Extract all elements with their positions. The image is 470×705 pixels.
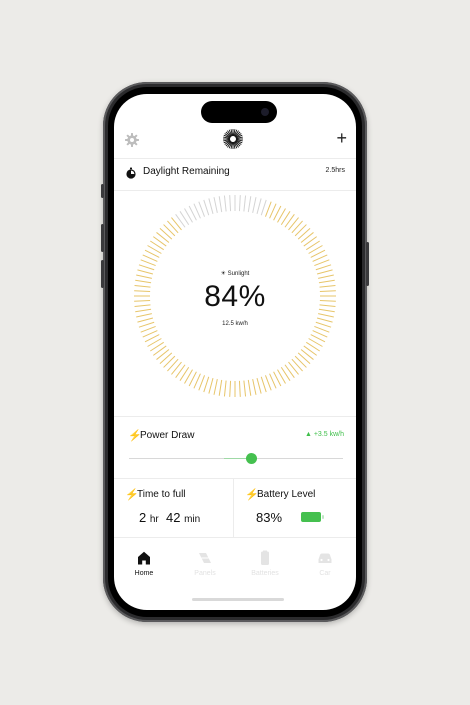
tab-label: Panels [194,570,216,577]
time-to-full-label: Time to full [137,489,186,500]
add-button[interactable]: + [336,129,347,147]
time-to-full-value: 2 hr 42 min [139,510,200,525]
timer-icon [126,167,136,179]
battery-icon [301,512,321,522]
sunlight-label: ☀ Sunlight [220,271,250,277]
dynamic-island [201,101,277,123]
power-draw-section: ⚡ Power Draw ▲ +3.5 kw/h [114,416,356,476]
volume-up-button [101,224,104,252]
tab-label: Batteries [251,570,279,577]
power-button [366,242,369,286]
tab-home[interactable]: Home [114,538,174,588]
sunlight-gauge: ☀ Sunlight 84% 12.5 kw/h [114,192,356,412]
tab-bar: Home Panels Batteries Car [114,538,356,610]
time-to-full-minutes: 42 [166,510,181,525]
time-to-full-minutes-unit: min [184,514,201,525]
home-icon [138,551,150,565]
battery-level-card: ⚡ Battery Level 83% [234,479,356,537]
daylight-remaining-row: Daylight Remaining 2.5hrs [114,164,356,186]
divider [114,158,356,159]
car-icon [318,553,332,563]
sun-logo-icon [223,129,243,149]
battery-tip [322,515,324,519]
volume-down-button [101,260,104,288]
home-indicator [192,598,284,601]
power-draw-slider-thumb[interactable] [246,453,257,464]
tab-car[interactable]: Car [295,538,355,588]
stats-row: ⚡ Time to full 2 hr 42 min ⚡ Battery Lev… [114,479,356,537]
power-draw-delta: ▲ +3.5 kw/h [304,431,344,438]
app-screen: + Daylight Remaining 2.5hrs ☀ Sunlight 8… [114,94,356,610]
daylight-label: Daylight Remaining [143,166,230,177]
battery-level-label: Battery Level [257,489,316,500]
tab-label: Home [134,570,154,577]
battery-level-value: 83% [256,510,283,525]
gear-icon[interactable] [124,132,140,148]
top-bar: + [114,128,356,156]
tab-batteries[interactable]: Batteries [235,538,295,588]
battery-icon [261,550,269,565]
tab-label: Car [319,570,331,577]
divider [114,190,356,191]
time-to-full-card: ⚡ Time to full 2 hr 42 min [114,479,233,537]
power-draw-slider-fill [224,458,248,459]
mute-switch [101,184,104,198]
sunlight-power: 12.5 kw/h [222,321,248,327]
power-draw-label: Power Draw [140,430,195,441]
sunlight-percent: 84% [204,280,266,313]
time-to-full-hours-unit: hr [149,514,159,525]
tab-panels[interactable]: Panels [175,538,235,588]
time-to-full-hours: 2 [139,510,147,525]
front-camera [261,108,269,116]
panels-icon [199,553,211,563]
daylight-value: 2.5hrs [325,167,345,174]
phone-frame: + Daylight Remaining 2.5hrs ☀ Sunlight 8… [101,82,369,622]
